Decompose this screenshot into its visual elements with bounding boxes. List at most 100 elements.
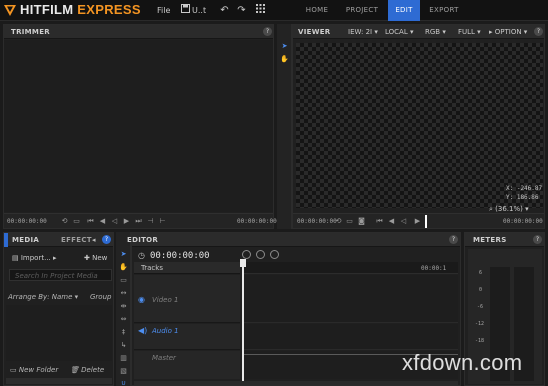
tab-project[interactable]: PROJECT: [338, 0, 386, 21]
active-tab-marker: [4, 233, 8, 247]
media-scrollbar[interactable]: [6, 378, 112, 384]
film-tool-icon[interactable]: ▥: [119, 353, 128, 363]
meters-title: METERS: [473, 236, 507, 244]
viewer-canvas[interactable]: [296, 43, 543, 208]
hand-tool-icon[interactable]: ✋: [280, 54, 289, 64]
clip-icon[interactable]: ▭: [345, 217, 354, 226]
rate-tool-icon[interactable]: ↳: [119, 340, 128, 350]
settings-icon[interactable]: [256, 250, 265, 259]
roll-tool-icon[interactable]: ‡: [119, 327, 128, 337]
frame-back-icon[interactable]: ◀: [98, 217, 107, 226]
trimmer-preview: [4, 40, 273, 212]
speaker-icon[interactable]: ◀): [138, 326, 147, 335]
media-search-input[interactable]: Search In Project Media: [9, 269, 112, 281]
master-track-header[interactable]: Master: [134, 351, 240, 379]
meter-scale-label: 6: [479, 270, 483, 276]
folder-icon: ▤: [12, 254, 19, 262]
editor-scrollbar[interactable]: [134, 381, 458, 385]
tab-scroll-left-icon[interactable]: ◂: [92, 236, 96, 244]
tab-effects[interactable]: EFFECT: [61, 236, 92, 244]
media-list[interactable]: [6, 305, 112, 361]
clip-icon[interactable]: ▭: [72, 217, 81, 226]
options-dropdown[interactable]: ▸ OPTION ▾: [489, 28, 527, 36]
snapshot-icon[interactable]: ◙: [357, 217, 366, 226]
select-tool-icon[interactable]: ➤: [119, 249, 128, 259]
play-icon[interactable]: ▶: [122, 217, 131, 226]
ruler-time-label: 00:00:1: [421, 265, 447, 272]
razor-tool-icon[interactable]: ▭: [119, 275, 128, 285]
media-help-icon[interactable]: ?: [102, 235, 111, 244]
viewer-playhead[interactable]: [425, 215, 427, 228]
set-out-icon[interactable]: ⊢: [158, 217, 167, 226]
app-logo: HITFILM EXPRESS: [20, 2, 141, 17]
editor-title: EDITOR: [127, 236, 159, 244]
hitfilm-logo-icon: [4, 5, 16, 16]
audio-track-header[interactable]: ◀) Audio 1: [134, 324, 240, 350]
viewer-help-icon[interactable]: ?: [534, 27, 543, 36]
frame-back-icon[interactable]: ◀: [387, 217, 396, 226]
viewer-timecode-out: 00:00:00:00: [503, 218, 543, 225]
hand-tool-icon[interactable]: ✋: [119, 262, 128, 272]
tab-export[interactable]: EXPORT: [422, 0, 466, 21]
snap-tool-icon[interactable]: ▧: [119, 366, 128, 376]
zoom-icon: ⌕: [489, 205, 493, 213]
play-icon[interactable]: ▶: [413, 217, 422, 226]
slide-tool-icon[interactable]: ⇹: [119, 301, 128, 311]
media-panel: MEDIA EFFECT ◂ ? ▤ Import... ▸ ✚ New Sea…: [3, 232, 114, 386]
viewer-toolstrip: ➤ ✋: [277, 24, 292, 229]
arrange-dropdown[interactable]: Arrange By: Name ▾: [8, 293, 78, 301]
meters-header: METERS ?: [465, 233, 544, 247]
timeline-playhead[interactable]: [242, 262, 244, 382]
delete-button[interactable]: 🗑 Delete: [70, 366, 104, 374]
quality-dropdown[interactable]: FULL ▾: [458, 28, 481, 36]
group-dropdown[interactable]: Group: [90, 293, 111, 301]
save-icon[interactable]: [179, 4, 192, 17]
skip-back-icon[interactable]: ⏮: [86, 217, 95, 226]
select-tool-icon[interactable]: ➤: [280, 41, 289, 51]
magnet-icon[interactable]: ∪: [119, 378, 128, 386]
layout-dropdown[interactable]: LOCAL ▾: [385, 28, 414, 36]
timeline-ruler[interactable]: 00:00:1: [242, 262, 458, 274]
viewer-timecode-in: 00:00:00:00: [297, 218, 337, 225]
tab-home[interactable]: HOME: [298, 0, 336, 21]
trimmer-timecode-in: 00:00:00:00: [7, 218, 47, 225]
import-button[interactable]: ▤ Import... ▸: [12, 254, 57, 262]
playhead-handle[interactable]: [240, 259, 246, 267]
tab-media[interactable]: MEDIA: [12, 236, 39, 244]
audio-track-lane[interactable]: [242, 324, 458, 350]
editor-header: EDITOR ?: [127, 233, 460, 247]
video-track-header[interactable]: ◉ Video 1: [134, 275, 240, 323]
set-in-icon[interactable]: ⊣: [146, 217, 155, 226]
ripple-tool-icon[interactable]: ⇔: [119, 314, 128, 324]
redo-icon[interactable]: ↷: [235, 4, 248, 17]
trimmer-timecode-out: 00:00:00:00: [237, 218, 277, 225]
eye-icon[interactable]: ◉: [138, 295, 145, 304]
play-reverse-icon[interactable]: ◁: [110, 217, 119, 226]
undo-icon[interactable]: ↶: [218, 4, 231, 17]
loop-icon[interactable]: ⟲: [60, 217, 69, 226]
grid-icon[interactable]: [254, 4, 267, 17]
color-dropdown[interactable]: RGB ▾: [425, 28, 446, 36]
play-reverse-icon[interactable]: ◁: [399, 217, 408, 226]
trimmer-help-icon[interactable]: ?: [263, 27, 272, 36]
tab-edit[interactable]: EDIT: [388, 0, 420, 21]
video-track-lane[interactable]: [242, 275, 458, 323]
skip-back-icon[interactable]: ⏮: [375, 217, 384, 226]
tracks-header-label: Tracks: [141, 264, 163, 272]
slip-tool-icon[interactable]: ↔: [119, 288, 128, 298]
watermark: xfdown.com: [402, 350, 523, 375]
file-menu[interactable]: File: [157, 6, 170, 15]
meters-help-icon[interactable]: ?: [533, 235, 542, 244]
editor-timecode[interactable]: 00:00:00:00: [150, 251, 210, 261]
add-marker-icon[interactable]: [242, 250, 251, 259]
top-bar: HITFILM EXPRESS File U..t ↶ ↷ HOME PROJE…: [0, 0, 548, 21]
new-folder-button[interactable]: ▭ New Folder: [10, 366, 58, 374]
new-button[interactable]: ✚ New: [84, 254, 107, 262]
project-name: U..t: [192, 6, 207, 15]
clock-icon: ◷: [138, 251, 145, 260]
loop-icon[interactable]: ⟲: [334, 217, 343, 226]
snap-icon[interactable]: [270, 250, 279, 259]
skip-forward-icon[interactable]: ⏭: [134, 217, 143, 226]
view-dropdown[interactable]: IEW: 2I ▾: [348, 28, 378, 36]
editor-help-icon[interactable]: ?: [449, 235, 458, 244]
